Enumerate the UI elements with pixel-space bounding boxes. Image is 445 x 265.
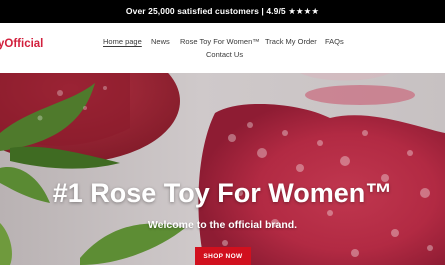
- shop-now-button[interactable]: SHOP NOW: [195, 247, 251, 265]
- announcement-text: Over 25,000 satisfied customers | 4.9/5 …: [125, 6, 320, 16]
- nav-faqs[interactable]: FAQs: [325, 37, 344, 46]
- site-logo[interactable]: yOfficial: [0, 38, 43, 50]
- hero-subtitle: Welcome to the official brand.: [147, 219, 298, 231]
- announcement-bar: Over 25,000 satisfied customers | 4.9/5 …: [0, 0, 445, 23]
- nav-rose-toy[interactable]: Rose Toy For Women™: [180, 37, 260, 46]
- site-header: yOfficial Home page News Rose Toy For Wo…: [0, 23, 445, 73]
- hero-rose-image: [0, 73, 445, 265]
- hero-title: #1 Rose Toy For Women™: [52, 178, 393, 208]
- nav-news[interactable]: News: [151, 37, 170, 46]
- page: Over 25,000 satisfied customers | 4.9/5 …: [0, 0, 445, 265]
- nav-home-page[interactable]: Home page: [103, 37, 142, 46]
- nav-contact-us[interactable]: Contact Us: [206, 50, 243, 59]
- hero-banner: #1 Rose Toy For Women™ Welcome to the of…: [0, 73, 445, 265]
- nav-track-order[interactable]: Track My Order: [265, 37, 317, 46]
